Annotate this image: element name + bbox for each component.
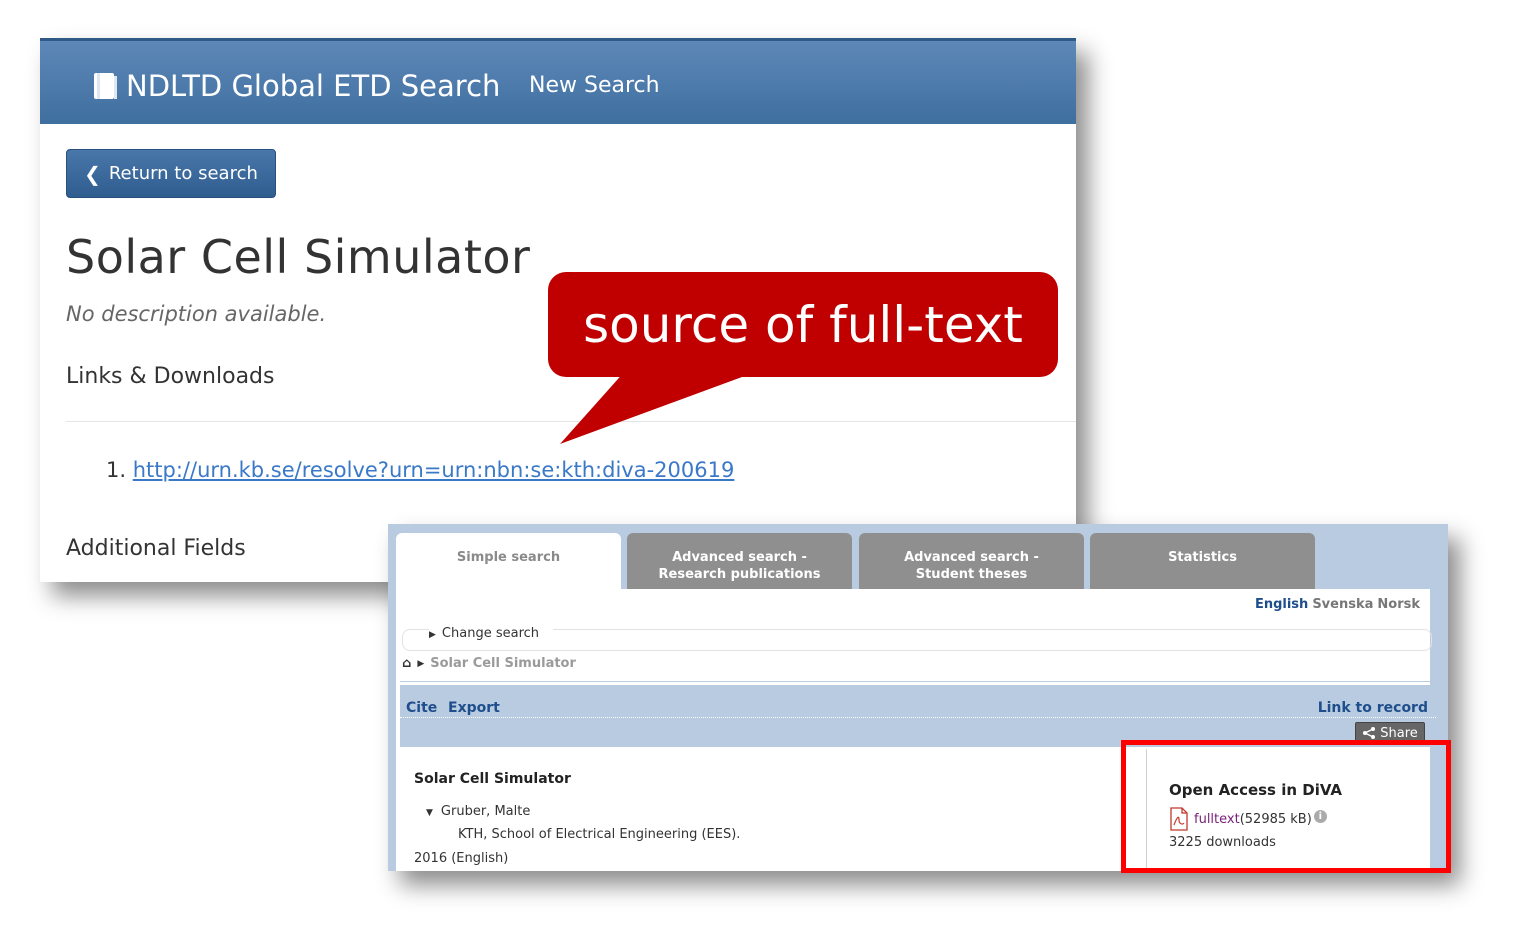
caret-down-icon: ▼ [426,808,433,818]
tab-label-line2: Research publications [658,567,821,582]
export-link[interactable]: Export [448,700,500,716]
change-search-label: Change search [441,626,540,641]
additional-fields-heading: Additional Fields [66,536,246,561]
cite-link[interactable]: Cite [406,700,437,716]
dotted-divider [400,717,1436,718]
tab-label-line1: Advanced search - [904,550,1039,565]
change-search-toggle[interactable]: ▶ Change search [429,626,554,641]
tab-simple-search[interactable]: Simple search [396,533,621,593]
divider [400,681,1430,682]
author-entry[interactable]: ▼ Gruber, Malte [426,804,530,819]
record-description: No description available. [66,302,327,326]
share-icon [1363,727,1376,739]
change-search-panel: ▶ Change search [402,626,1432,651]
author-affiliation: KTH, School of Electrical Engineering (E… [458,827,741,842]
share-label: Share [1380,725,1418,741]
callout-bubble: source of full-text [548,272,1058,377]
tab-statistics[interactable]: Statistics [1090,533,1315,591]
tab-advanced-research-publications[interactable]: Advanced search - Research publications [627,533,852,591]
language-norsk[interactable]: Norsk [1377,597,1420,612]
callout-pointer [560,370,761,444]
tab-label-line1: Advanced search - [672,550,807,565]
breadcrumb-current: Solar Cell Simulator [430,656,576,671]
language-english[interactable]: English [1255,597,1308,612]
language-svenska[interactable]: Svenska [1312,597,1373,612]
return-to-search-button[interactable]: ❮ Return to search [66,149,276,198]
diva-record-title: Solar Cell Simulator [414,771,571,787]
brand-label: NDLTD Global ETD Search [126,69,501,103]
link-list-item: 1. http://urn.kb.se/resolve?urn=urn:nbn:… [106,458,734,482]
record-title: Solar Cell Simulator [66,230,531,284]
callout-text: source of full-text [583,295,1023,354]
link-number: 1. [106,458,127,482]
tab-label-line2: Student theses [915,567,1028,582]
return-button-label: Return to search [108,163,258,184]
new-search-link[interactable]: New Search [529,73,660,98]
links-downloads-heading: Links & Downloads [66,364,275,389]
home-icon[interactable]: ⌂ [402,656,411,671]
chevron-left-icon: ❮ [84,161,101,186]
publication-year: 2016 (English) [414,851,509,866]
breadcrumb: ⌂ ▶ Solar Cell Simulator [402,656,576,671]
caret-right-icon: ▶ [429,630,436,640]
resolver-link[interactable]: http://urn.kb.se/resolve?urn=urn:nbn:se:… [133,458,735,482]
language-selector: English Svenska Norsk [1251,597,1420,612]
caret-right-icon: ▶ [417,658,425,669]
record-toolbar: Cite Export Link to record Share [400,685,1436,747]
author-name: Gruber, Malte [440,804,531,819]
book-icon [94,73,117,99]
brand[interactable]: NDLTD Global ETD Search [92,67,500,105]
navbar: NDLTD Global ETD Search New Search [40,38,1076,124]
tab-advanced-student-theses[interactable]: Advanced search - Student theses [859,533,1084,591]
highlight-box [1121,740,1451,873]
link-to-record[interactable]: Link to record [1318,700,1428,716]
